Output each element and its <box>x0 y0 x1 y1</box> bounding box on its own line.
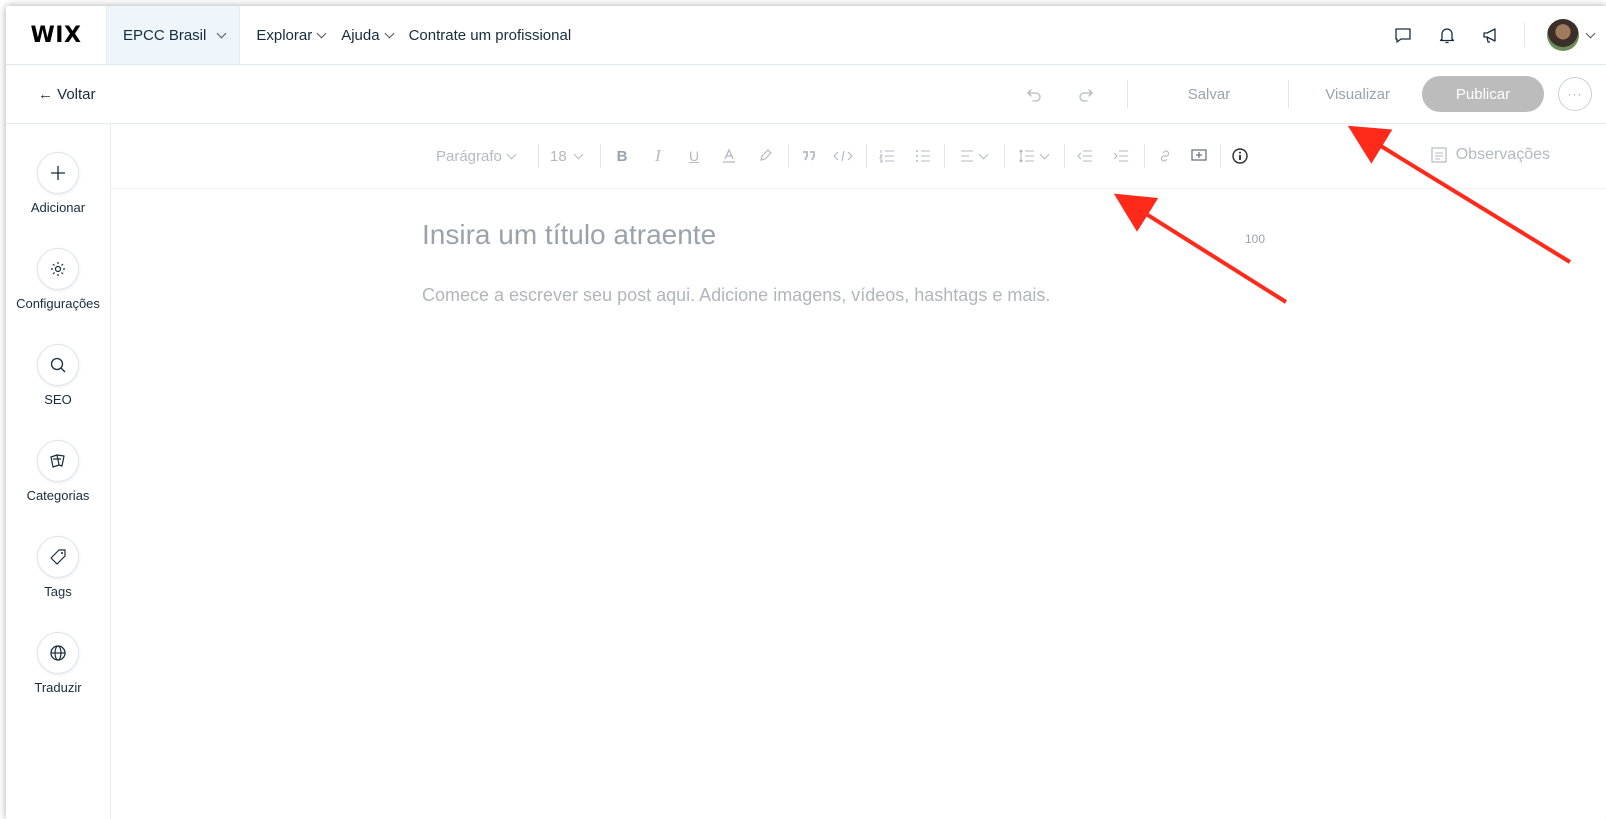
nav-ajuda-label: Ajuda <box>341 26 380 44</box>
chevron-down-icon <box>506 149 517 159</box>
line-spacing-dropdown[interactable] <box>1016 146 1050 166</box>
toolbar-divider <box>788 144 789 168</box>
globe-icon <box>37 632 79 674</box>
tag-icon <box>37 536 79 578</box>
back-button[interactable]: ← Voltar <box>38 86 96 103</box>
bulleted-list-icon[interactable] <box>914 146 932 166</box>
sidebar-item-seo[interactable]: SEO <box>6 344 110 407</box>
bold-button[interactable]: B <box>615 146 629 166</box>
actionbar-right: Salvar Visualizar Publicar ··· <box>1023 65 1606 123</box>
site-selector[interactable]: EPCC Brasil <box>106 6 241 64</box>
increase-indent-icon[interactable] <box>1112 146 1130 166</box>
chat-icon[interactable] <box>1392 24 1414 46</box>
site-name: EPCC Brasil <box>123 26 207 44</box>
toolbar-divider <box>1144 144 1145 168</box>
toolbar-divider <box>944 144 945 168</box>
chevron-down-icon <box>573 149 584 159</box>
avatar[interactable] <box>1547 19 1579 51</box>
formatting-toolbar: Parágrafo 18 B I U Observações <box>110 124 1606 189</box>
sidebar-item-adicionar[interactable]: Adicionar <box>6 152 110 215</box>
gear-icon <box>37 248 79 290</box>
chevron-down-icon <box>216 28 227 38</box>
notes-icon <box>1431 147 1447 163</box>
info-icon[interactable] <box>1230 146 1250 166</box>
font-size-value: 18 <box>550 147 567 165</box>
post-body-input[interactable]: Comece a escrever seu post aqui. Adicion… <box>422 285 1050 306</box>
add-media-icon[interactable] <box>1190 146 1208 166</box>
paragraph-style-label: Parágrafo <box>436 147 502 165</box>
font-size-dropdown[interactable]: 18 <box>550 146 584 166</box>
sidebar-item-tags[interactable]: Tags <box>6 536 110 599</box>
toolbar-divider <box>1220 144 1221 168</box>
notes-button[interactable]: Observações <box>1430 146 1550 164</box>
quote-icon[interactable] <box>800 146 818 166</box>
back-label: ← Voltar <box>38 85 96 103</box>
bell-icon[interactable] <box>1436 24 1458 46</box>
post-title-input[interactable]: Insira um título atraente <box>422 219 716 251</box>
header-divider <box>1524 23 1525 47</box>
chevron-down-icon <box>384 28 395 38</box>
left-sidebar: Adicionar Configurações SEO Categorias T… <box>6 124 111 819</box>
sidebar-item-label: Categorias <box>26 488 90 503</box>
link-icon[interactable] <box>1156 146 1174 166</box>
cards-icon <box>37 440 79 482</box>
chevron-down-icon <box>1039 149 1049 159</box>
actionbar-divider <box>1288 80 1290 108</box>
highlight-icon[interactable] <box>757 146 773 166</box>
italic-button[interactable]: I <box>651 146 665 166</box>
redo-icon[interactable] <box>1075 83 1097 105</box>
sidebar-item-label: Adicionar <box>30 200 86 215</box>
editor-actionbar: ← Voltar Salvar Visualizar Publicar ··· <box>6 65 1606 124</box>
sidebar-item-traduzir[interactable]: Traduzir <box>6 632 110 695</box>
wix-logo[interactable]: WIX <box>6 6 106 64</box>
notes-label: Observações <box>1455 146 1550 163</box>
actionbar-divider <box>1126 80 1128 108</box>
decrease-indent-icon[interactable] <box>1076 146 1094 166</box>
underline-button[interactable]: U <box>687 146 701 166</box>
plus-icon <box>37 152 79 194</box>
nav-ajuda[interactable]: Ajuda <box>341 26 395 44</box>
sidebar-item-label: Tags <box>44 584 72 599</box>
chevron-down-icon <box>978 149 988 159</box>
toolbar-divider <box>538 144 539 168</box>
megaphone-icon[interactable] <box>1480 24 1502 46</box>
title-char-limit: 100 <box>1245 232 1266 246</box>
top-header: WIX EPCC Brasil Explorar Ajuda Contrate … <box>6 6 1606 65</box>
search-icon <box>37 344 79 386</box>
alignment-dropdown[interactable] <box>956 146 990 166</box>
paragraph-style-dropdown[interactable]: Parágrafo <box>436 146 517 166</box>
numbered-list-icon[interactable] <box>878 146 896 166</box>
toolbar-divider <box>1004 144 1005 168</box>
sidebar-item-label: Configurações <box>16 296 100 311</box>
undo-icon[interactable] <box>1023 83 1045 105</box>
chevron-down-icon <box>316 28 327 38</box>
toolbar-divider <box>1064 144 1065 168</box>
toolbar-divider <box>866 144 867 168</box>
sidebar-item-configuracoes[interactable]: Configurações <box>6 248 110 311</box>
nav-contrate-label: Contrate um profissional <box>408 26 572 44</box>
publish-button[interactable]: Publicar <box>1422 76 1544 112</box>
more-actions-button[interactable]: ··· <box>1558 77 1592 111</box>
save-button[interactable]: Salvar <box>1188 86 1231 103</box>
sidebar-item-label: SEO <box>44 392 72 407</box>
code-icon[interactable] <box>832 146 854 166</box>
nav-explorar[interactable]: Explorar <box>256 26 327 44</box>
nav-contrate[interactable]: Contrate um profissional <box>409 27 572 44</box>
text-color-icon[interactable] <box>721 146 737 166</box>
sidebar-item-label: Traduzir <box>34 680 82 695</box>
preview-button[interactable]: Visualizar <box>1325 86 1390 103</box>
header-actions <box>1370 6 1606 64</box>
app-window: WIX EPCC Brasil Explorar Ajuda Contrate … <box>6 6 1606 819</box>
toolbar-divider <box>600 144 601 168</box>
nav-explorar-label: Explorar <box>256 26 313 44</box>
chevron-down-icon[interactable] <box>1585 28 1596 38</box>
sidebar-item-categorias[interactable]: Categorias <box>6 440 110 503</box>
